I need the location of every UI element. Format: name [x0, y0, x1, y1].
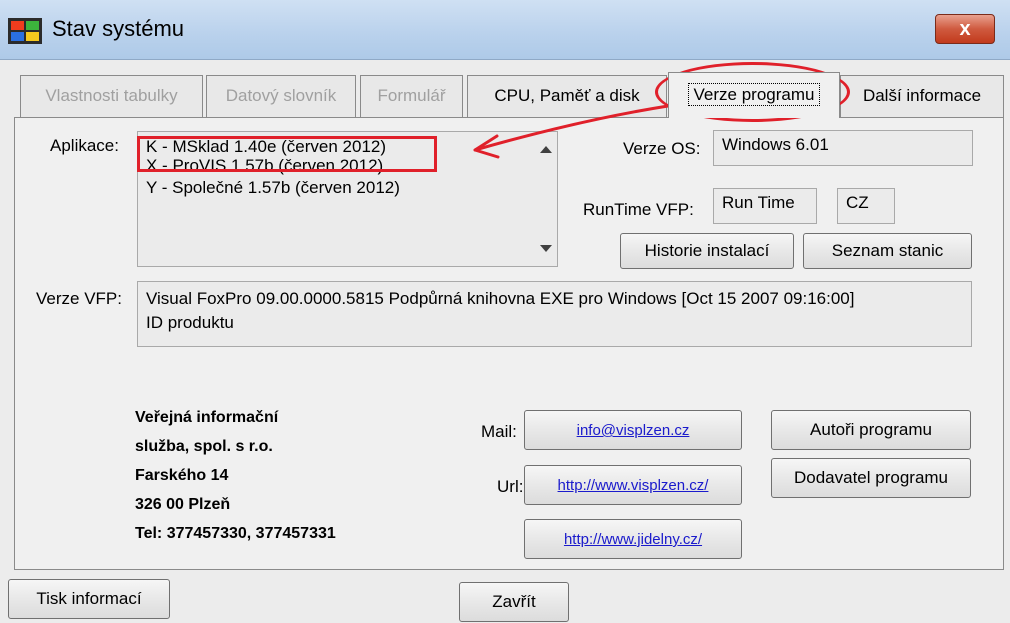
- tab-program-version[interactable]: Verze programu: [668, 72, 840, 118]
- url-link[interactable]: http://www.visplzen.cz/: [558, 477, 709, 494]
- runtime-language-field: CZ: [837, 188, 895, 224]
- tab-data-dictionary[interactable]: Datový slovník: [206, 75, 356, 117]
- mail-link[interactable]: info@visplzen.cz: [577, 422, 690, 439]
- url-link-button[interactable]: http://www.visplzen.cz/: [524, 465, 742, 505]
- installation-history-button[interactable]: Historie instalací: [620, 233, 794, 269]
- dialog-body: Vlastnosti tabulky Datový slovník Formul…: [0, 60, 1010, 623]
- runtime-vfp-label: RunTime VFP:: [583, 200, 694, 219]
- program-supplier-button[interactable]: Dodavatel programu: [771, 458, 971, 498]
- list-item[interactable]: Y - Společné 1.57b (červen 2012): [146, 178, 400, 198]
- company-street: Farského 14: [135, 467, 229, 484]
- close-icon: x: [959, 18, 971, 40]
- scroll-down-icon[interactable]: [540, 245, 552, 252]
- url-link-button-2[interactable]: http://www.jidelny.cz/: [524, 519, 742, 559]
- station-list-button[interactable]: Seznam stanic: [803, 233, 972, 269]
- list-item[interactable]: X - ProVIS 1.57b (červen 2012): [146, 156, 383, 176]
- window-title: Stav systému: [52, 16, 185, 41]
- tab-program-version-label: Verze programu: [687, 83, 821, 106]
- url-link-2[interactable]: http://www.jidelny.cz/: [564, 531, 702, 548]
- company-address: Veřejná informační služba, spol. s r.o. …: [135, 403, 336, 548]
- applications-list[interactable]: K - MSklad 1.40e (červen 2012) X - ProVI…: [137, 131, 558, 267]
- tab-cpu-memory-disk[interactable]: CPU, Paměť a disk: [467, 75, 667, 117]
- print-info-button[interactable]: Tisk informací: [8, 579, 170, 619]
- system-status-window: Stav systému x Vlastnosti tabulky Datový…: [0, 0, 1010, 623]
- vfp-version-line: Visual FoxPro 09.00.0000.5815 Podpůrná k…: [146, 289, 855, 308]
- list-item[interactable]: K - MSklad 1.40e (červen 2012): [146, 137, 386, 157]
- tab-form[interactable]: Formulář: [360, 75, 463, 117]
- vfp-version-field: Visual FoxPro 09.00.0000.5815 Podpůrná k…: [137, 281, 972, 347]
- windows-logo-icon: [8, 18, 42, 44]
- company-city: 326 00 Plzeň: [135, 496, 231, 513]
- os-version-label: Verze OS:: [623, 139, 701, 158]
- os-version-field: Windows 6.01: [713, 130, 973, 166]
- vfp-product-id-line: ID produktu: [146, 313, 234, 332]
- scroll-up-icon[interactable]: [540, 146, 552, 153]
- tab-more-info[interactable]: Další informace: [840, 75, 1004, 117]
- mail-link-button[interactable]: info@visplzen.cz: [524, 410, 742, 450]
- company-phone: Tel: 377457330, 377457331: [135, 525, 336, 542]
- company-name-line: služba, spol. s r.o.: [135, 438, 273, 455]
- company-name-line: Veřejná informační: [135, 409, 279, 426]
- close-window-button[interactable]: x: [935, 14, 995, 44]
- url-label: Url:: [497, 477, 524, 496]
- tab-panel-program-version: Aplikace: K - MSklad 1.40e (červen 2012)…: [14, 117, 1004, 570]
- tab-table-properties[interactable]: Vlastnosti tabulky: [20, 75, 203, 117]
- mail-label: Mail:: [481, 422, 517, 441]
- applications-label: Aplikace:: [50, 136, 119, 155]
- runtime-vfp-field: Run Time: [713, 188, 817, 224]
- list-scrollbar[interactable]: [534, 132, 557, 266]
- close-button[interactable]: Zavřít: [459, 582, 569, 622]
- title-bar: Stav systému x: [0, 0, 1010, 60]
- vfp-version-label: Verze VFP:: [36, 289, 122, 308]
- program-authors-button[interactable]: Autoři programu: [771, 410, 971, 450]
